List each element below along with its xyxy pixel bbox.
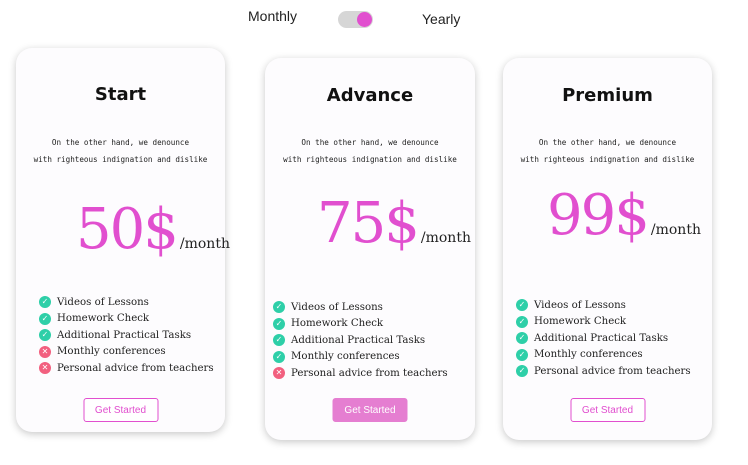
feature-item: ✓ Homework Check bbox=[273, 316, 448, 333]
feature-item: ✓ Monthly conferences bbox=[273, 349, 448, 366]
get-started-button[interactable]: Get Started bbox=[83, 398, 158, 422]
feature-item: ✓ Additional Practical Tasks bbox=[516, 330, 691, 347]
plan-card-premium: Premium On the other hand, we denounce w… bbox=[503, 58, 712, 440]
plan-name: Start bbox=[94, 84, 147, 105]
check-icon: ✓ bbox=[516, 365, 528, 378]
plan-name: Advance bbox=[326, 85, 414, 106]
price-amount: 75$ bbox=[317, 191, 420, 256]
pricing-page: Monthly Yearly Start On the other hand, … bbox=[0, 0, 748, 465]
plan-description-line: On the other hand, we denounce bbox=[538, 138, 677, 147]
check-icon: ✓ bbox=[273, 350, 285, 363]
feature-label: Videos of Lessons bbox=[57, 296, 149, 308]
feature-label: Additional Practical Tasks bbox=[534, 332, 669, 344]
feature-item: ✕ Monthly conferences bbox=[39, 344, 214, 361]
plan-card-start: Start On the other hand, we denounce wit… bbox=[16, 48, 230, 432]
feature-label: Monthly conferences bbox=[291, 351, 400, 363]
plan-card-advance: Advance On the other hand, we denounce w… bbox=[265, 58, 475, 440]
check-icon: ✓ bbox=[516, 315, 528, 328]
feature-list: ✓ Videos of Lessons ✓ Homework Check ✓ Additi… bbox=[516, 297, 691, 380]
feature-item: ✕ Personal advice from teachers bbox=[273, 365, 448, 382]
feature-item: ✓ Additional Practical Tasks bbox=[273, 332, 448, 349]
price-amount: 50$ bbox=[76, 197, 179, 262]
feature-label: Personal advice from teachers bbox=[57, 362, 214, 374]
plan-price: 50$ /month bbox=[76, 202, 230, 258]
feature-item: ✕ Personal advice from teachers bbox=[39, 360, 214, 377]
feature-label: Personal advice from teachers bbox=[291, 367, 448, 379]
check-icon: ✓ bbox=[39, 296, 51, 309]
feature-label: Videos of Lessons bbox=[534, 299, 626, 311]
price-period: /month bbox=[420, 230, 471, 246]
feature-item: ✓ Monthly conferences bbox=[516, 347, 691, 364]
feature-item: ✓ Videos of Lessons bbox=[516, 297, 691, 314]
toggle-label-monthly[interactable]: Monthly bbox=[248, 8, 297, 24]
feature-item: ✓ Videos of Lessons bbox=[39, 294, 214, 311]
feature-list: ✓ Videos of Lessons ✓ Homework Check ✓ Additi… bbox=[273, 299, 448, 382]
price-period: /month bbox=[650, 222, 701, 238]
feature-item: ✓ Personal advice from teachers bbox=[516, 363, 691, 380]
check-icon: ✓ bbox=[273, 301, 285, 314]
feature-item: ✓ Homework Check bbox=[39, 311, 214, 328]
feature-label: Homework Check bbox=[57, 313, 150, 325]
feature-label: Homework Check bbox=[534, 316, 627, 328]
get-started-button[interactable]: Get Started bbox=[570, 398, 645, 422]
toggle-label-yearly[interactable]: Yearly bbox=[422, 11, 460, 27]
plan-description-line: with righteous indignation and dislike bbox=[283, 155, 457, 164]
plan-price: 99$ /month bbox=[547, 188, 701, 244]
feature-label: Additional Practical Tasks bbox=[57, 329, 192, 341]
price-amount: 99$ bbox=[547, 183, 650, 248]
plan-description-line: with righteous indignation and dislike bbox=[33, 155, 208, 164]
feature-item: ✓ Videos of Lessons bbox=[273, 299, 448, 316]
billing-toggle-switch[interactable] bbox=[338, 11, 373, 28]
price-period: /month bbox=[179, 236, 230, 252]
plan-description-line: On the other hand, we denounce bbox=[301, 138, 439, 147]
feature-item: ✓ Homework Check bbox=[516, 314, 691, 331]
plan-description-line: with righteous indignation and dislike bbox=[520, 155, 695, 164]
plan-description: On the other hand, we denounce with righ… bbox=[265, 134, 475, 168]
check-icon: ✓ bbox=[516, 299, 528, 312]
feature-label: Videos of Lessons bbox=[291, 301, 383, 313]
check-icon: ✓ bbox=[39, 329, 51, 342]
feature-item: ✓ Additional Practical Tasks bbox=[39, 327, 214, 344]
plan-description-line: On the other hand, we denounce bbox=[51, 138, 190, 147]
feature-label: Monthly conferences bbox=[534, 349, 643, 361]
feature-label: Homework Check bbox=[291, 318, 384, 330]
cross-icon: ✕ bbox=[273, 367, 285, 380]
check-icon: ✓ bbox=[516, 348, 528, 361]
toggle-knob bbox=[357, 12, 372, 27]
feature-list: ✓ Videos of Lessons ✓ Homework Check ✓ Additi… bbox=[39, 294, 214, 377]
plan-name: Premium bbox=[562, 85, 653, 106]
plan-price: 75$ /month bbox=[317, 196, 471, 252]
get-started-button[interactable]: Get Started bbox=[332, 398, 408, 422]
check-icon: ✓ bbox=[273, 317, 285, 330]
cross-icon: ✕ bbox=[39, 362, 51, 375]
feature-label: Additional Practical Tasks bbox=[291, 334, 426, 346]
plan-description: On the other hand, we denounce with righ… bbox=[503, 134, 712, 168]
check-icon: ✓ bbox=[516, 332, 528, 345]
feature-label: Personal advice from teachers bbox=[534, 365, 691, 377]
check-icon: ✓ bbox=[39, 312, 51, 325]
feature-label: Monthly conferences bbox=[57, 346, 166, 358]
plan-description: On the other hand, we denounce with righ… bbox=[16, 134, 225, 168]
check-icon: ✓ bbox=[273, 334, 285, 347]
cross-icon: ✕ bbox=[39, 345, 51, 358]
